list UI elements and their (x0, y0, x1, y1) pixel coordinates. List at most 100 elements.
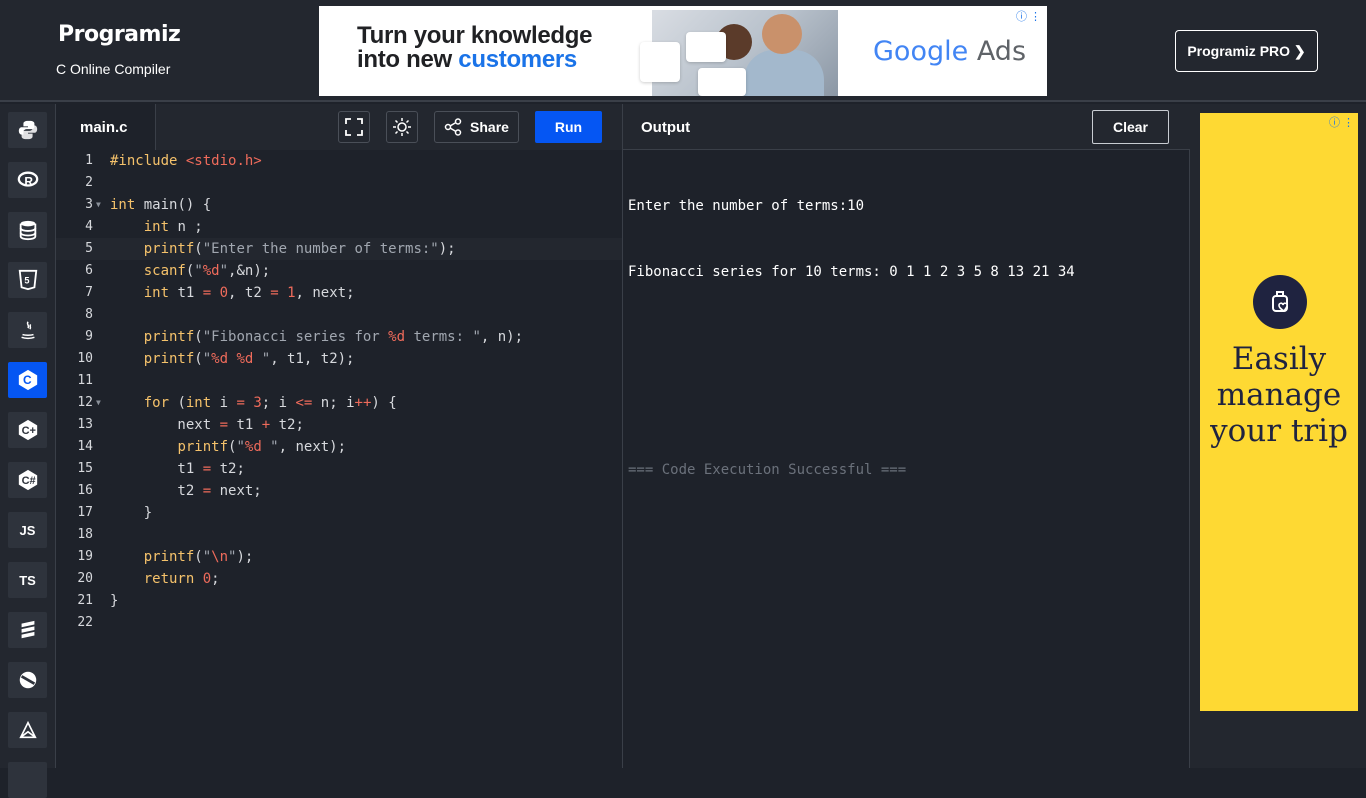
ad-person (762, 14, 802, 54)
svg-text:C+: C+ (21, 425, 35, 437)
html5-icon[interactable]: 5 (8, 262, 47, 298)
fold-arrow-icon[interactable]: ▼ (96, 392, 101, 414)
line-code: scanf("%d",&n); (143, 263, 271, 279)
code-line: 9 printf("Fibonacci series for %d terms:… (56, 326, 622, 348)
run-button[interactable]: Run (535, 111, 602, 143)
code-line: 17 } (56, 502, 622, 524)
csharp-icon[interactable]: C# (8, 462, 47, 498)
line-number: 4 (85, 219, 93, 234)
luggage-heart-icon (1253, 275, 1307, 329)
line-number: 22 (77, 615, 93, 630)
editor-toolbar: main.c Share Run (56, 104, 622, 150)
c-icon[interactable]: C (8, 362, 47, 398)
typescript-icon[interactable]: TS (8, 562, 47, 598)
line-code: printf("Fibonacci series for %d terms: "… (143, 329, 524, 345)
output-toolbar: Output Clear (623, 104, 1190, 150)
cpp-icon[interactable]: C+ (8, 412, 47, 448)
line-number: 8 (85, 307, 93, 322)
code-line: 21} (56, 590, 622, 612)
line-code: printf("%d ", next); (177, 439, 347, 455)
r-icon[interactable]: R (8, 162, 47, 198)
theme-toggle-icon[interactable] (386, 111, 418, 143)
line-number: 16 (77, 483, 93, 498)
clear-button[interactable]: Clear (1092, 110, 1169, 144)
google-ads-logo: Google Ads (873, 36, 1026, 67)
page-subtitle: C Online Compiler (56, 61, 171, 77)
line-number: 12 (77, 395, 93, 410)
php-icon[interactable] (8, 712, 47, 748)
line-number: 18 (77, 527, 93, 542)
side-ad[interactable]: ⓘ ⋮ Easily manage your trip (1200, 113, 1358, 711)
code-line: 3 ▼ int main() { (56, 194, 622, 216)
line-code: printf("Enter the number of terms:"); (143, 241, 456, 257)
output-line: ​ (628, 327, 1075, 349)
line-code: for (int i = 3; i <= n; i++) { (143, 395, 397, 411)
ad-card (686, 32, 726, 62)
line-code: printf("%d %d ", t1, t2); (143, 351, 355, 367)
line-code: int t1 = 0, t2 = 1, next; (143, 285, 355, 301)
line-number: 3 (85, 197, 93, 212)
code-line: 19 printf("\n"); (56, 546, 622, 568)
code-line: 4 int n ; (56, 216, 622, 238)
output-console[interactable]: Enter the number of terms:10 Fibonacci s… (628, 151, 1075, 525)
ad-banner[interactable]: Turn your knowledge into new customers G… (319, 6, 1047, 96)
line-number: 11 (77, 373, 93, 388)
ad-card (698, 68, 746, 96)
output-line: Fibonacci series for 10 terms: 0 1 1 2 3… (628, 264, 1075, 280)
line-code: int main() { (110, 197, 212, 213)
ad-line-2: into new customers (357, 48, 592, 72)
share-button[interactable]: Share (434, 111, 519, 143)
ad-info-icon[interactable]: ⓘ ⋮ (1329, 114, 1354, 130)
ad-info-icon[interactable]: ⓘ ⋮ (1016, 8, 1041, 24)
code-line: 22 (56, 612, 622, 634)
programiz-logo[interactable]: Programiz (58, 22, 181, 47)
tab-main-c[interactable]: main.c (56, 104, 156, 150)
python-icon[interactable] (8, 112, 47, 148)
go-icon[interactable] (8, 662, 47, 698)
line-code: printf("\n"); (143, 549, 254, 565)
output-line: ​ (628, 393, 1075, 415)
code-line: 13 next = t1 + t2; (56, 414, 622, 436)
line-number: 21 (77, 593, 93, 608)
line-code: t2 = next; (110, 483, 262, 499)
fullscreen-icon[interactable] (338, 111, 370, 143)
ads-wordmark: Ads (976, 36, 1027, 67)
code-line: 2 (56, 172, 622, 194)
language-sidebar: R 5 C C+ C# JS TS (0, 104, 56, 798)
ad-line-2-highlight: customers (458, 46, 577, 73)
svg-text:R: R (24, 175, 33, 189)
java-icon[interactable] (8, 312, 47, 348)
side-ad-copy: Easily manage your trip (1210, 341, 1348, 449)
code-line: 20 return 0; (56, 568, 622, 590)
line-number: 14 (77, 439, 93, 454)
code-editor[interactable]: main.c Share Run 1 #include <stdio.h> 2 3… (56, 104, 622, 768)
line-code: int n ; (143, 219, 203, 235)
line-number: 20 (77, 571, 93, 586)
line-code: return 0; (143, 571, 220, 587)
javascript-icon[interactable]: JS (8, 512, 47, 548)
database-icon[interactable] (8, 212, 47, 248)
fold-arrow-icon[interactable]: ▼ (96, 194, 101, 216)
line-code: #include <stdio.h> (110, 153, 262, 169)
google-wordmark: Google (873, 36, 969, 67)
ad-photo (640, 10, 838, 96)
ad-line-1: Turn your knowledge (357, 22, 593, 49)
code-line: 12 ▼ for (int i = 3; i <= n; i++) { (56, 392, 622, 414)
code-line: 15 t1 = t2; (56, 458, 622, 480)
line-number: 10 (77, 351, 93, 366)
code-area[interactable]: 1 #include <stdio.h> 2 3 ▼ int main() { 4 i… (56, 150, 622, 634)
output-title: Output (641, 119, 691, 136)
line-code: next = t1 + t2; (110, 417, 304, 433)
code-line: 8 (56, 304, 622, 326)
more-languages-icon[interactable] (8, 762, 47, 798)
stack-icon[interactable] (8, 612, 47, 648)
programiz-pro-button[interactable]: Programiz PRO ❯ (1175, 30, 1318, 72)
line-number: 19 (77, 549, 93, 564)
line-number: 2 (85, 175, 93, 190)
line-number: 7 (85, 285, 93, 300)
code-line: 10 printf("%d %d ", t1, t2); (56, 348, 622, 370)
line-code: t1 = t2; (110, 461, 245, 477)
ad-headline: Turn your knowledge into new customers (357, 22, 593, 72)
line-code: } (110, 593, 119, 609)
line-number: 5 (85, 241, 93, 256)
